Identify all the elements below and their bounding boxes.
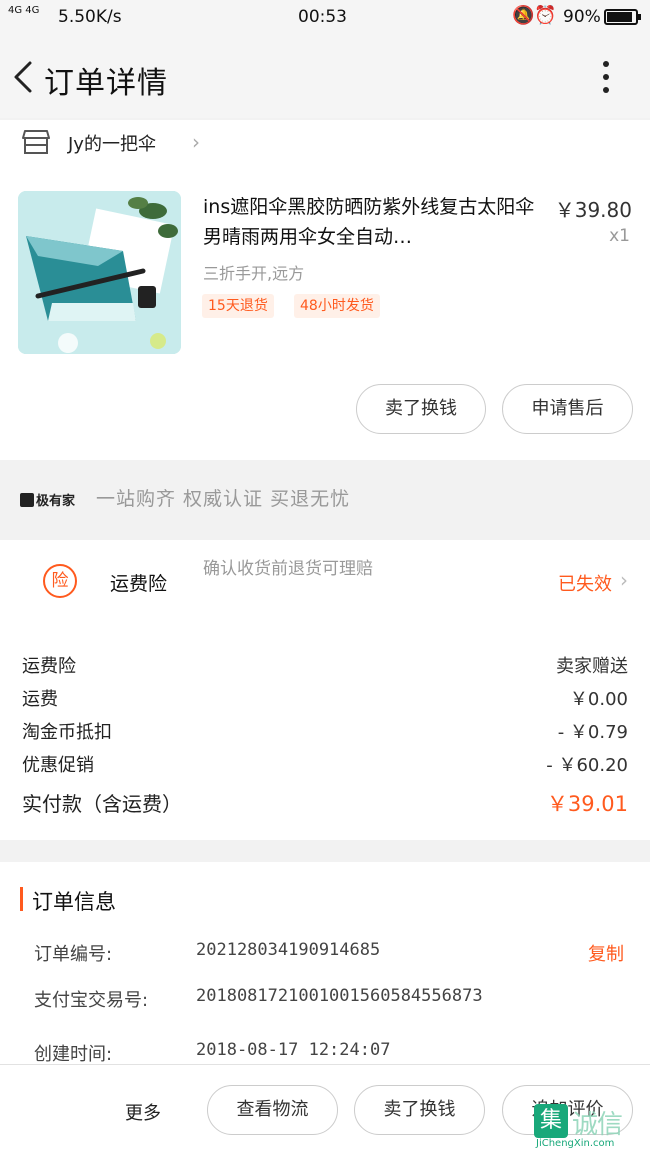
info-key: 创建时间: — [34, 1044, 113, 1065]
product-sku: 三折手开,远方 — [203, 264, 305, 283]
battery-fill — [607, 12, 632, 22]
nav-bar: 订单详情 — [0, 36, 650, 118]
banner-slogan: 一站购齐 权威认证 买退无忧 — [96, 488, 351, 510]
watermark: 集 诚信 JiChengXin.com — [532, 1100, 648, 1152]
mute-bell-icon: 🔕 — [512, 5, 535, 26]
insurance-description: 确认收货前退货可理赔 — [203, 559, 373, 579]
order-info-card: 订单信息 订单编号: 202128034190914685 复制 支付宝交易号:… — [0, 862, 650, 1072]
product-image[interactable] — [18, 191, 181, 354]
fee-row: 运费险 卖家赠送 — [22, 652, 628, 682]
fee-label: 淘金币抵扣 — [22, 722, 112, 743]
insurance-icon: 险 — [43, 564, 77, 598]
product-price: ￥39.80 — [554, 198, 632, 222]
info-key: 支付宝交易号: — [34, 990, 149, 1011]
network-speed: 5.50K/s — [58, 7, 122, 27]
page-title: 订单详情 — [44, 66, 168, 101]
shipping-time-tag: 48小时发货 — [294, 294, 380, 318]
product-quantity: x1 — [609, 226, 630, 246]
fee-row: 优惠促销 - ￥60.20 — [22, 751, 628, 781]
sell-button[interactable]: 卖了换钱 — [354, 1085, 485, 1135]
jiyoujia-banner[interactable]: 极有家 一站购齐 权威认证 买退无忧 — [0, 460, 650, 538]
insurance-name: 运费险 — [110, 573, 168, 595]
house-icon — [20, 493, 34, 507]
chevron-right-icon[interactable]: › — [620, 568, 628, 592]
fee-card: 险 运费险 确认收货前退货可理赔 已失效 › 运费险 卖家赠送 运费 ￥0.00… — [0, 540, 650, 840]
fee-value: ￥0.00 — [569, 689, 628, 710]
store-icon — [22, 130, 50, 154]
view-logistics-button[interactable]: 查看物流 — [207, 1085, 338, 1135]
alarm-icon: ⏰ — [534, 5, 557, 26]
fee-label: 运费险 — [22, 656, 76, 677]
copy-button[interactable]: 复制 — [588, 940, 624, 966]
total-label: 实付款（含运费） — [22, 792, 182, 816]
battery-percent: 90% — [563, 7, 601, 27]
fee-row: 淘金币抵扣 - ￥0.79 — [22, 718, 628, 748]
total-row: 实付款（含运费） ￥39.01 — [22, 788, 628, 818]
watermark-text: 诚信 — [572, 1110, 623, 1140]
alipay-trade-row: 支付宝交易号: 2018081721001001560584556873 — [34, 986, 630, 1016]
more-button[interactable]: 更多 — [125, 1099, 161, 1125]
status-icons: 🔕⏰ — [512, 5, 557, 26]
clock: 00:53 — [298, 7, 347, 27]
logo-text: 极有家 — [36, 494, 76, 509]
insurance-status[interactable]: 已失效 — [558, 570, 612, 596]
after-sales-button[interactable]: 申请售后 — [502, 384, 633, 434]
store-name[interactable]: Jy的一把伞 — [68, 130, 156, 156]
product-card: Jy的一把伞 › ins遮阳伞黑胶防晒防紫外线复古太阳伞男晴雨两用伞女全自动… … — [0, 120, 650, 460]
fee-value: - ￥60.20 — [546, 755, 628, 776]
info-value: 2018-08-17 12:24:07 — [196, 1040, 391, 1060]
umbrella-illustration — [18, 191, 181, 354]
watermark-logo: 集 — [534, 1104, 568, 1138]
section-accent-bar — [20, 887, 23, 911]
signal-indicator: 4G 4G — [8, 5, 40, 16]
total-value: ￥39.01 — [546, 792, 628, 816]
fee-row: 运费 ￥0.00 — [22, 685, 628, 715]
chevron-right-icon[interactable]: › — [192, 130, 200, 154]
info-value: 2018081721001001560584556873 — [196, 986, 483, 1006]
section-title: 订单信息 — [32, 890, 116, 914]
info-value: 202128034190914685 — [196, 940, 381, 960]
sell-button[interactable]: 卖了换钱 — [356, 384, 486, 434]
fee-label: 优惠促销 — [22, 755, 94, 776]
info-key: 订单编号: — [34, 944, 113, 965]
battery-icon — [604, 9, 641, 25]
product-title[interactable]: ins遮阳伞黑胶防晒防紫外线复古太阳伞男晴雨两用伞女全自动… — [203, 192, 539, 252]
watermark-url: JiChengXin.com — [536, 1138, 615, 1149]
chevron-left-icon[interactable] — [12, 60, 34, 94]
fee-value: - ￥0.79 — [557, 722, 628, 743]
jiyoujia-logo: 极有家 — [20, 490, 75, 509]
fee-value: 卖家赠送 — [556, 656, 628, 677]
order-detail-page: 4G 4G 5.50K/s 00:53 🔕⏰ 90% 订单详情 Jy的一把伞 › — [0, 0, 650, 1155]
status-bar: 4G 4G 5.50K/s 00:53 🔕⏰ 90% — [0, 0, 650, 36]
return-policy-tag: 15天退货 — [202, 294, 274, 318]
order-number-row: 订单编号: 202128034190914685 复制 — [34, 940, 630, 970]
fee-label: 运费 — [22, 689, 58, 710]
vertical-dots-icon[interactable] — [596, 58, 616, 98]
